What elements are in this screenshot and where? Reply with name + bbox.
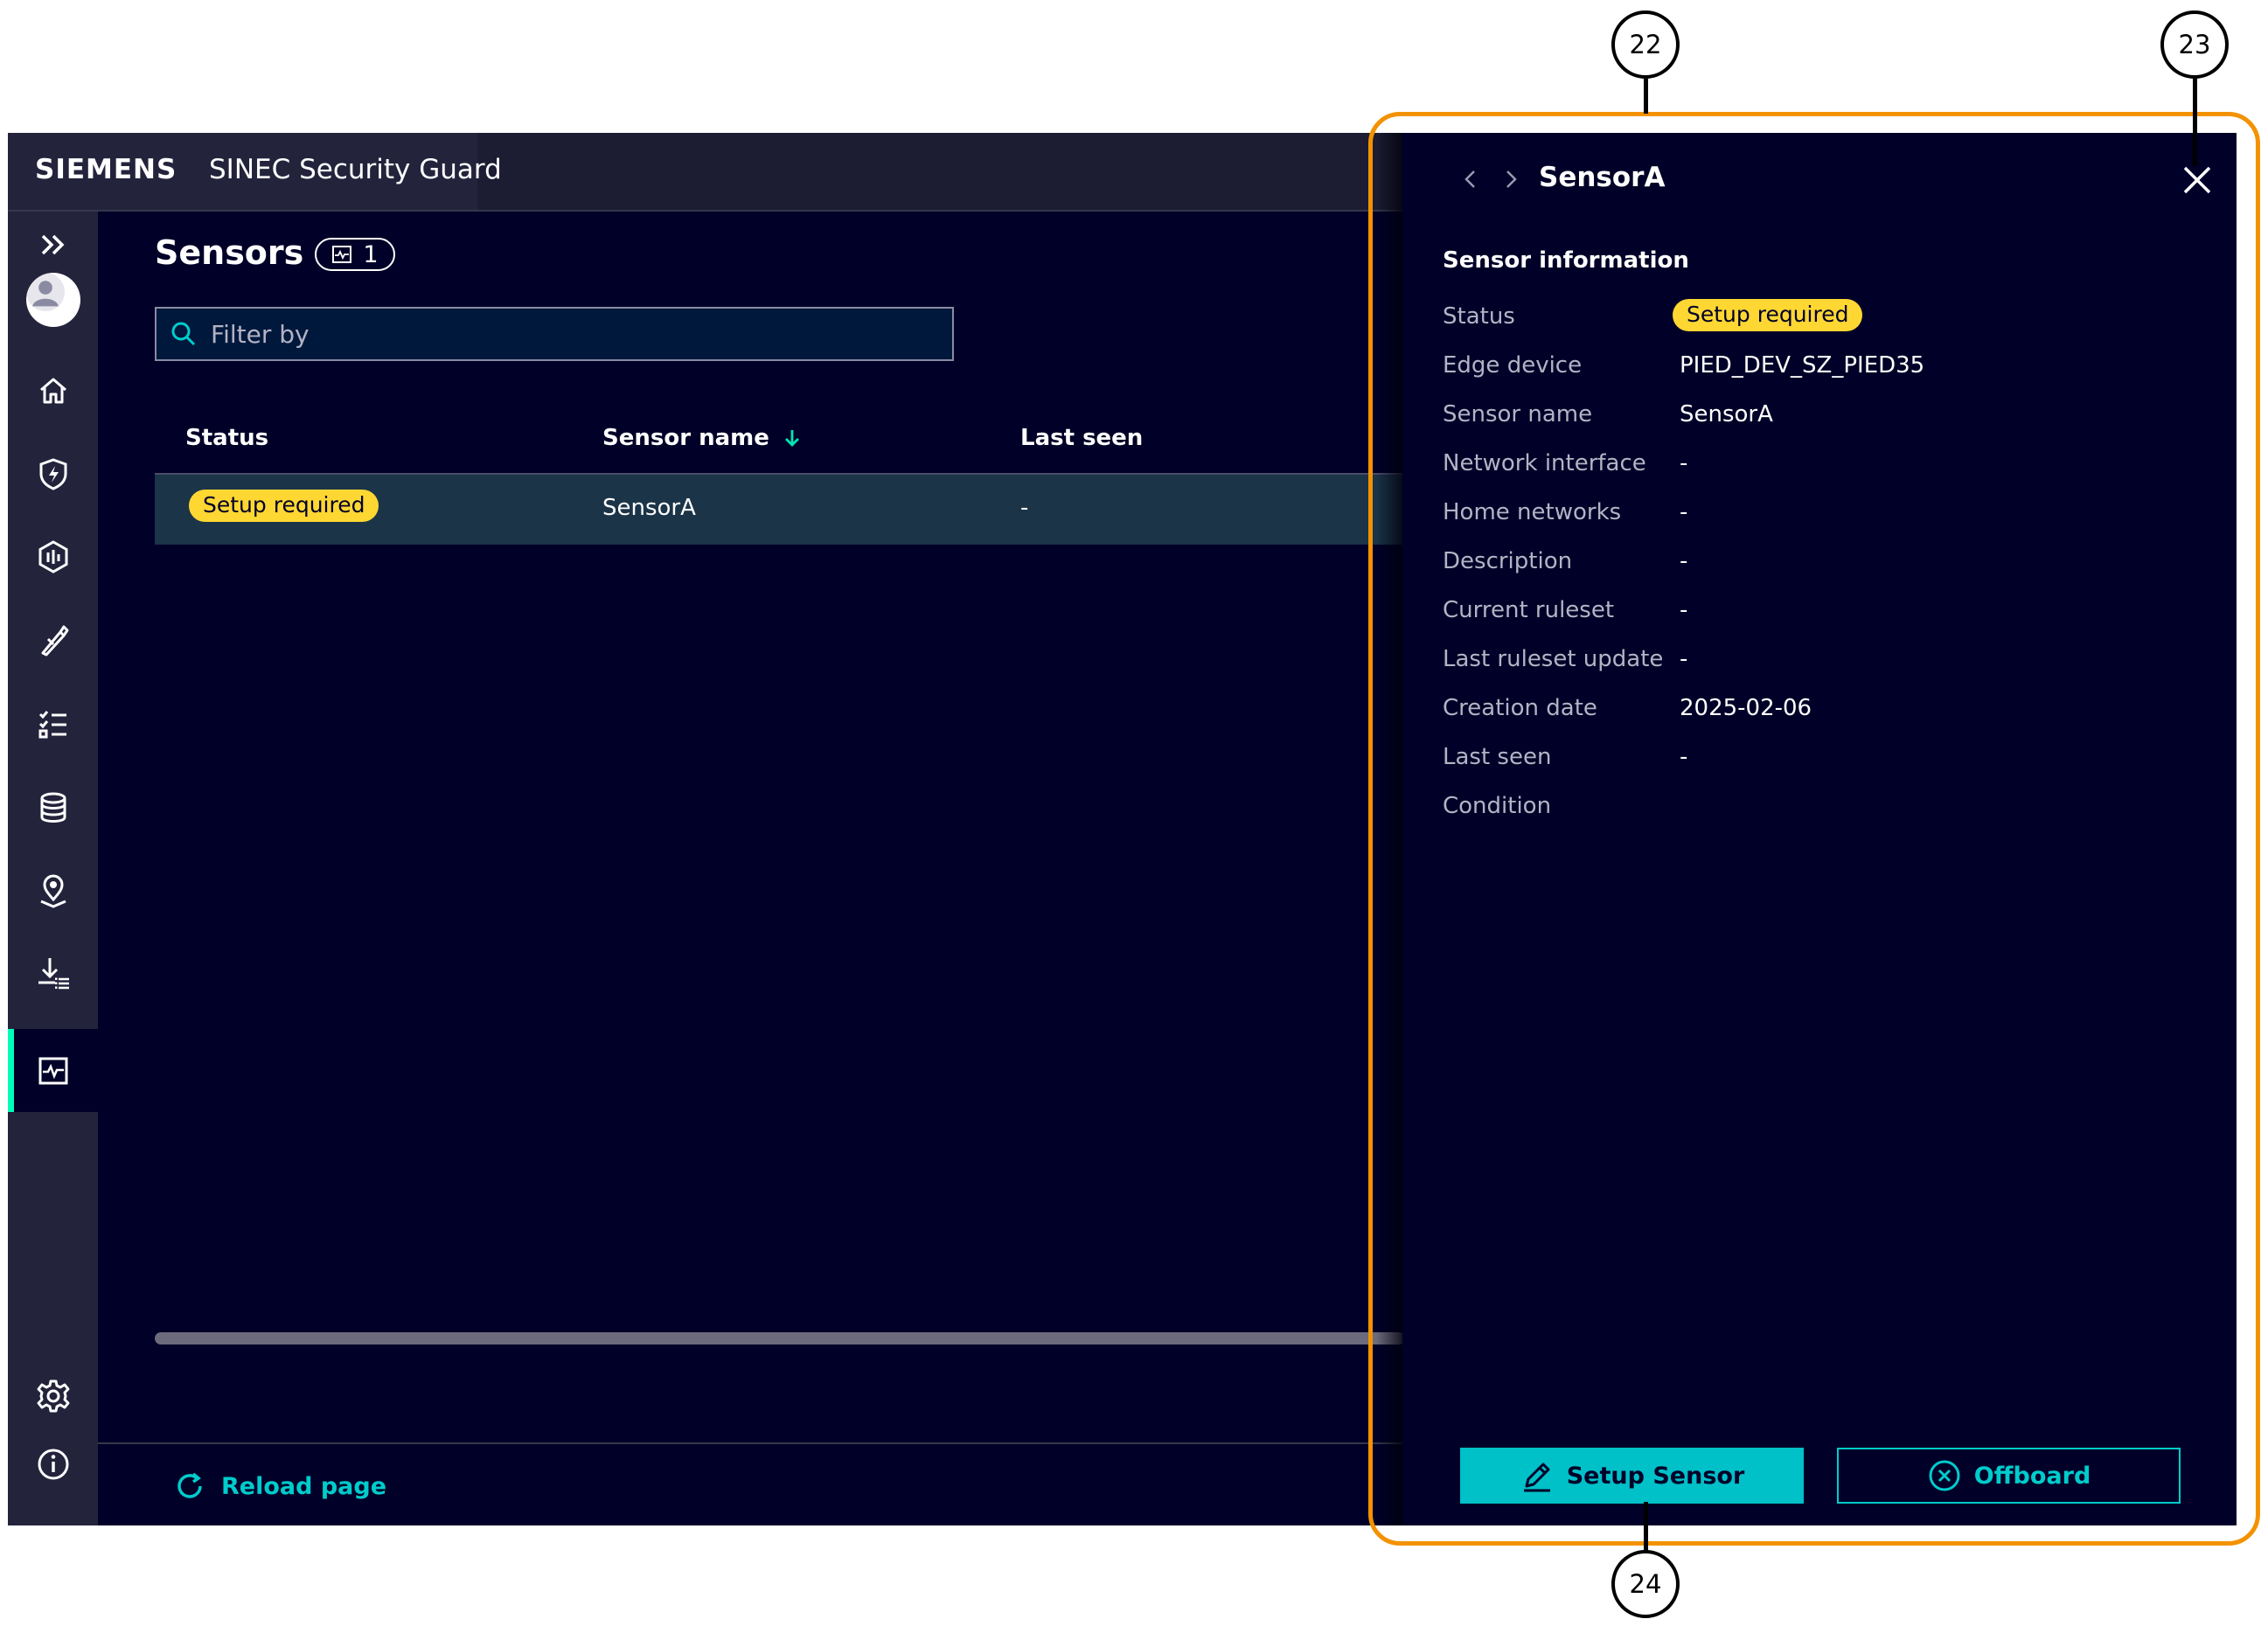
table-row[interactable]: Setup required SensorA - [155,475,1405,545]
sensor-count-badge: 1 [315,238,395,271]
pen-tools-icon [41,625,68,657]
sidebar-item-tools[interactable] [8,608,98,674]
reload-page-button[interactable]: Reload page [172,1469,386,1504]
column-header-last-seen[interactable]: Last seen [1020,425,1143,451]
refresh-icon [177,1472,202,1498]
sidebar-item-settings[interactable] [8,1363,98,1429]
checklist-icon [38,711,66,739]
page-title: Sensors [155,233,304,272]
sidebar-item-security[interactable] [8,441,98,507]
column-header-label: Sensor name [602,425,769,451]
sidebar-item-info[interactable] [8,1431,98,1497]
double-chevron-right-icon [41,234,64,255]
filter-input[interactable] [209,318,912,350]
reload-label: Reload page [221,1472,387,1500]
filter-field[interactable] [155,307,954,361]
sensor-monitor-icon [38,1057,67,1084]
status-badge: Setup required [189,490,379,522]
sensor-count: 1 [363,240,379,268]
sensor-monitor-icon [332,246,352,263]
download-list-icon [38,958,69,990]
sidebar-item-import[interactable] [8,941,98,1007]
sidebar [8,212,98,1525]
sidebar-item-database[interactable] [8,775,98,841]
brand-logo: SIEMENS [35,154,177,185]
app-title: SINEC Security Guard [209,154,502,185]
sidebar-item-home[interactable] [8,358,98,424]
active-indicator [8,1029,14,1112]
sidebar-item-tasks[interactable] [8,691,98,757]
database-icon [40,792,66,823]
shield-bolt-icon [39,458,66,490]
callout-24: 24 [1611,1550,1680,1618]
sensor-name-cell: SensorA [602,495,696,521]
sidebar-item-sensors[interactable] [8,1029,98,1112]
sidebar-item-location[interactable] [8,858,98,924]
sort-arrow-down-icon [784,430,799,447]
user-avatar-icon [25,273,80,327]
info-icon [38,1449,68,1480]
gear-icon [37,1379,69,1413]
sidebar-user[interactable] [8,260,98,340]
callout-22: 22 [1611,10,1680,79]
annotation-frame [1368,112,2260,1546]
location-pin-icon [39,874,66,908]
column-header-sensor-name[interactable]: Sensor name [602,425,803,451]
last-seen-cell: - [1020,495,1029,521]
search-icon [171,322,196,346]
hexagon-chart-icon [38,540,67,573]
horizontal-scrollbar[interactable] [155,1332,1405,1345]
home-icon [39,378,66,404]
callout-23: 23 [2160,10,2229,79]
column-header-status[interactable]: Status [185,425,268,451]
sidebar-item-assets[interactable] [8,524,98,590]
